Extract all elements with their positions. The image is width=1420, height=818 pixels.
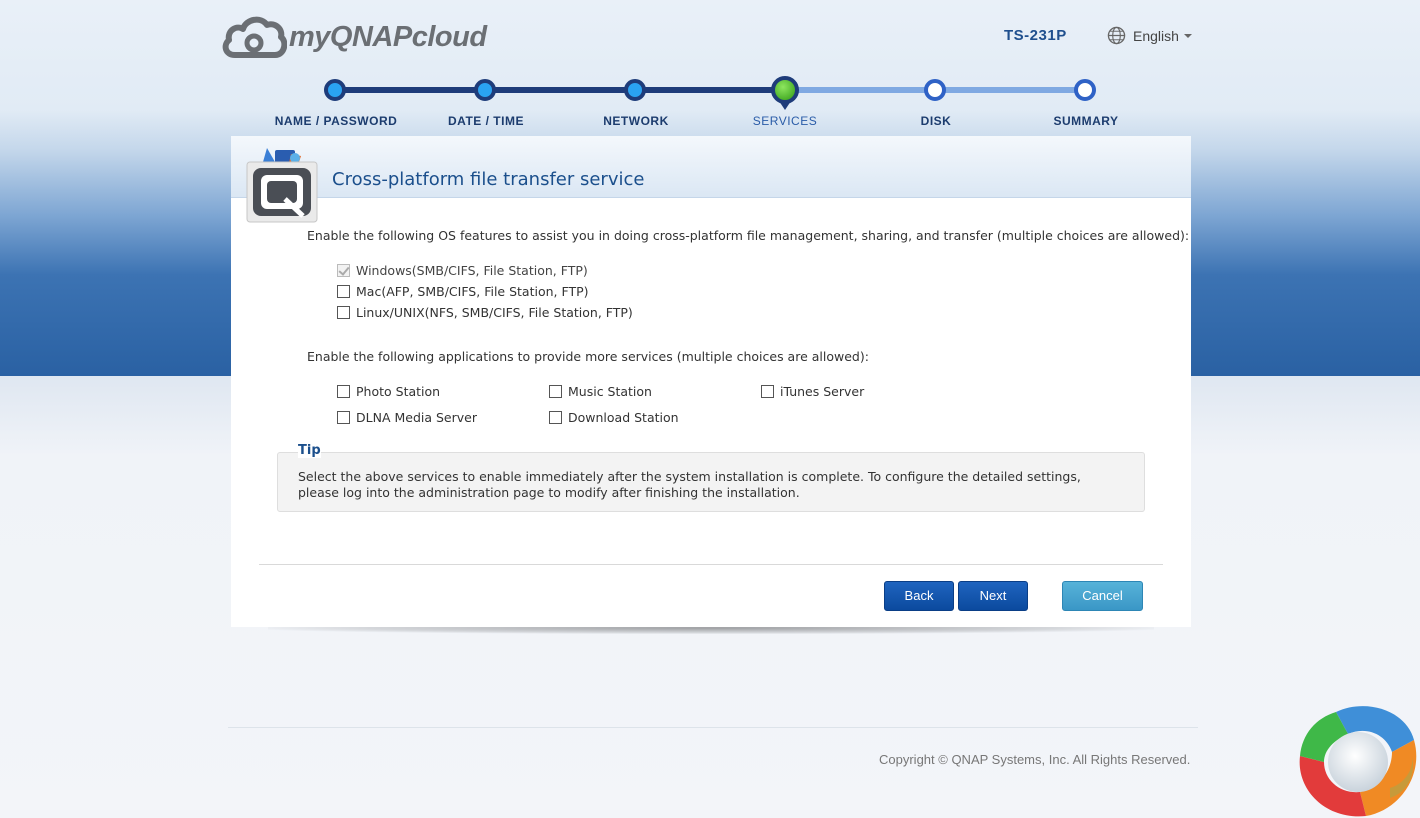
mac-checkbox[interactable] [337, 285, 350, 298]
option-mac[interactable]: Mac(AFP, SMB/CIFS, File Station, FTP) [337, 284, 589, 299]
step-dot-name-password [324, 79, 346, 101]
copyright-text: Copyright © QNAP Systems, Inc. All Right… [879, 752, 1191, 767]
tip-title: Tip [298, 443, 321, 458]
music-station-label: Music Station [568, 384, 652, 399]
step-dot-services [771, 76, 799, 104]
stepper-track-completed [335, 87, 785, 93]
option-dlna-media-server[interactable]: DLNA Media Server [337, 410, 477, 425]
windows-label: Windows(SMB/CIFS, File Station, FTP) [356, 263, 588, 278]
button-divider [259, 564, 1163, 565]
step-dot-date-time [474, 79, 496, 101]
step-label-network: NETWORK [603, 114, 669, 128]
step-dot-disk [924, 79, 946, 101]
option-photo-station[interactable]: Photo Station [337, 384, 440, 399]
music-station-checkbox[interactable] [549, 385, 562, 398]
footer-divider [228, 727, 1198, 728]
photo-station-label: Photo Station [356, 384, 441, 399]
option-windows[interactable]: Windows(SMB/CIFS, File Station, FTP) [337, 263, 588, 278]
option-music-station[interactable]: Music Station [549, 384, 652, 399]
step-label-summary: SUMMARY [1053, 114, 1119, 128]
os-features-intro: Enable the following OS features to assi… [307, 228, 1190, 243]
step-dot-network [624, 79, 646, 101]
linux-unix-checkbox[interactable] [337, 306, 350, 319]
dlna-media-server-checkbox[interactable] [337, 411, 350, 424]
next-button[interactable]: Next [958, 581, 1028, 611]
setup-stepper: NAME / PASSWORD DATE / TIME NETWORK SERV… [0, 0, 1420, 135]
dlna-media-server-label: DLNA Media Server [356, 410, 477, 425]
download-station-label: Download Station [568, 410, 679, 425]
tip-text: Select the above services to enable imme… [298, 469, 1081, 500]
services-panel: Cross-platform file transfer service Ena… [231, 136, 1191, 627]
panel-title: Cross-platform file transfer service [332, 169, 645, 190]
back-button[interactable]: Back [884, 581, 954, 611]
windows-checkbox[interactable] [337, 264, 350, 277]
apps-intro: Enable the following applications to pro… [307, 349, 869, 364]
step-label-date-time: DATE / TIME [448, 114, 524, 128]
itunes-server-label: iTunes Server [780, 384, 865, 399]
linux-unix-label: Linux/UNIX(NFS, SMB/CIFS, File Station, … [356, 305, 633, 320]
step-label-services: SERVICES [752, 114, 818, 128]
option-download-station[interactable]: Download Station [549, 410, 679, 425]
mac-label: Mac(AFP, SMB/CIFS, File Station, FTP) [356, 284, 589, 299]
step-label-name-password: NAME / PASSWORD [274, 114, 398, 128]
step-label-disk: DISK [920, 114, 952, 128]
itunes-server-checkbox[interactable] [761, 385, 774, 398]
option-linux-unix[interactable]: Linux/UNIX(NFS, SMB/CIFS, File Station, … [337, 305, 633, 320]
photo-station-checkbox[interactable] [337, 385, 350, 398]
watermark-logo-icon [1299, 706, 1417, 817]
file-transfer-app-icon [246, 148, 318, 223]
cancel-button[interactable]: Cancel [1062, 581, 1143, 611]
option-itunes-server[interactable]: iTunes Server [761, 384, 864, 399]
download-station-checkbox[interactable] [549, 411, 562, 424]
step-dot-summary [1074, 79, 1096, 101]
